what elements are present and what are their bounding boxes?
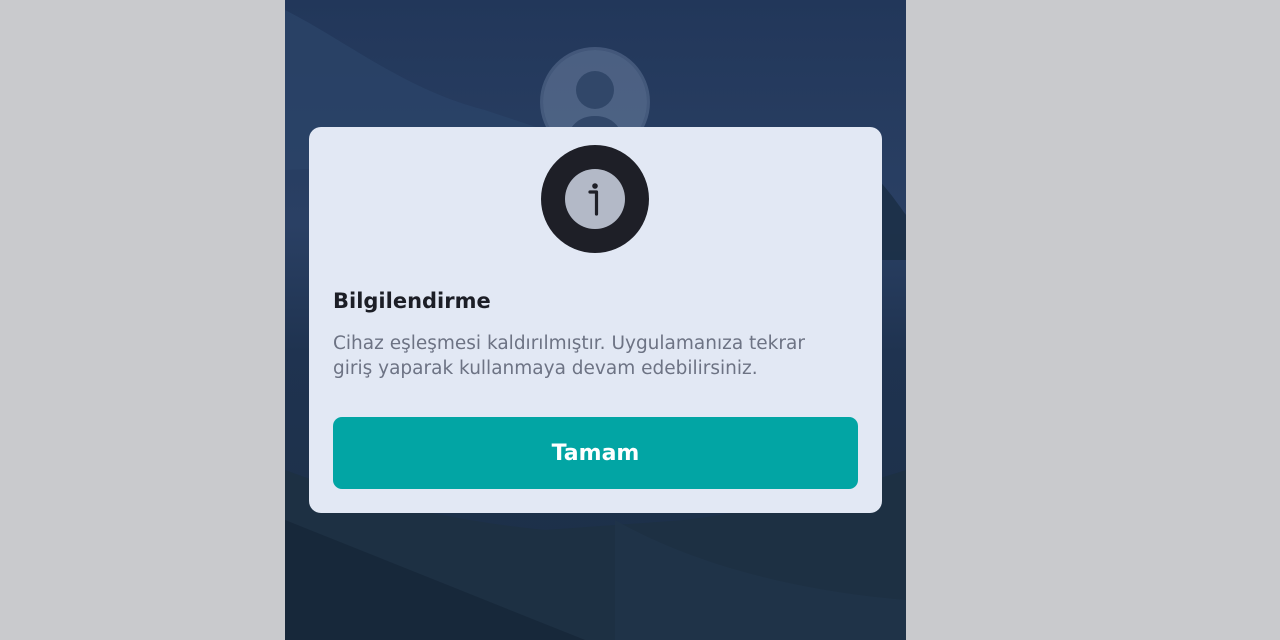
ok-button[interactable]: Tamam [333,417,858,489]
info-dialog: Bilgilendirme Cihaz eşleşmesi kaldırılmı… [309,127,882,513]
info-icon [565,169,625,229]
page: Bilgilendirme Cihaz eşleşmesi kaldırılmı… [0,0,1280,640]
info-badge [541,145,649,253]
dialog-message: Cihaz eşleşmesi kaldırılmıştır. Uygulama… [333,333,805,379]
dialog-title: Bilgilendirme [333,289,491,313]
